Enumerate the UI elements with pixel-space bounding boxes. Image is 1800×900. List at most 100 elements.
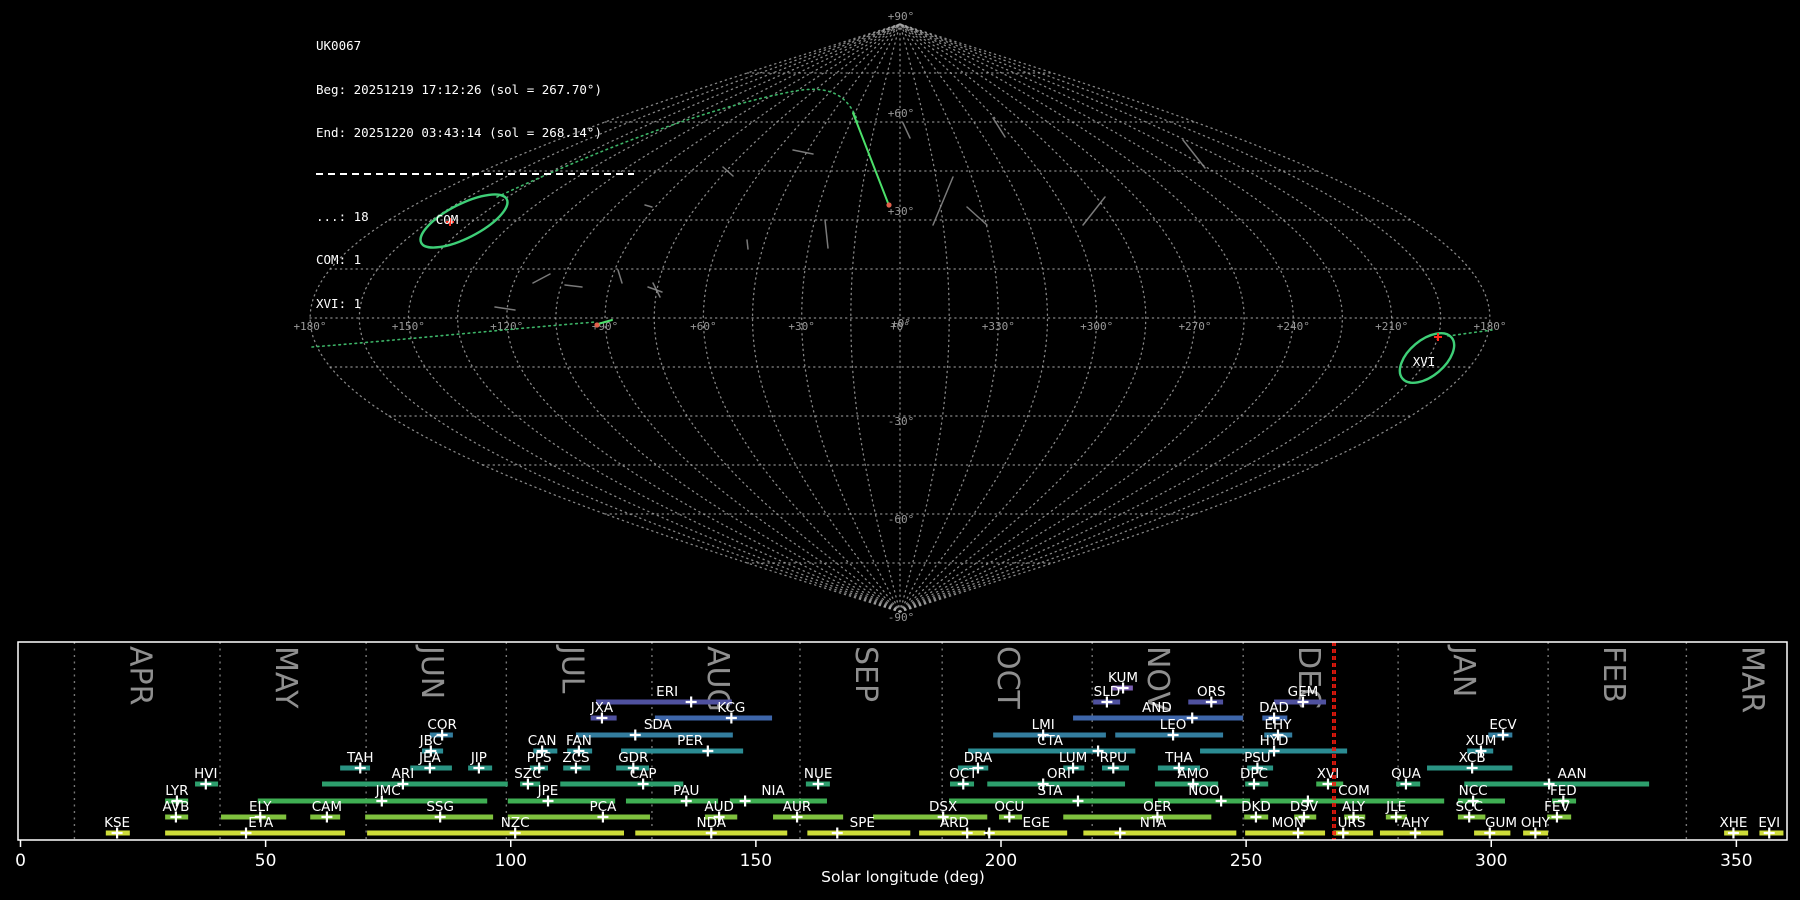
peak-marker-SPE xyxy=(831,827,843,839)
peak-marker-ERI xyxy=(685,696,697,708)
faint-meteor-track xyxy=(992,117,1006,138)
shower-bar-ETA xyxy=(165,830,346,836)
shower-label-CTA: CTA xyxy=(1037,733,1064,749)
grid-meridian xyxy=(899,23,1245,613)
shower-label-ETA: ETA xyxy=(248,815,274,831)
shower-bar-ORS xyxy=(1188,699,1224,705)
map-lat-label: +30° xyxy=(888,205,915,218)
count-xvi: XVI: 1 xyxy=(316,295,362,311)
shower-label-NTA: NTA xyxy=(1140,815,1167,831)
shower-label-SPE: SPE xyxy=(850,815,875,831)
shower-label-PER: PER xyxy=(677,733,703,749)
shower-label-NIA: NIA xyxy=(761,783,785,799)
shower-bar-KCG xyxy=(654,715,773,721)
shower-bar-NOO xyxy=(1157,798,1251,804)
shower-label-STA: STA xyxy=(1038,783,1064,799)
map-lon-label: +60° xyxy=(690,320,717,333)
shower-bar-OER xyxy=(1063,814,1212,820)
peak-marker-AND xyxy=(1186,712,1198,724)
map-lat-label: +90° xyxy=(888,10,915,23)
shower-label-URS: URS xyxy=(1338,815,1366,831)
map-lon-label: +330° xyxy=(982,320,1015,333)
x-tick-label-250: 250 xyxy=(1230,851,1262,871)
faint-meteor-track xyxy=(1182,139,1206,169)
month-label-JUL: JUL xyxy=(554,644,589,694)
faint-meteor-track xyxy=(932,176,954,226)
month-label-FEB: FEB xyxy=(1596,646,1631,703)
map-lat-label: -60° xyxy=(888,513,915,526)
faint-meteor-track xyxy=(644,204,653,208)
shower-bar-NZC xyxy=(367,830,624,836)
month-label-JAN: JAN xyxy=(1446,644,1481,697)
count-unclassified: ...: 18 xyxy=(316,208,369,224)
shower-bar-EGE xyxy=(987,830,1068,836)
shower-bar-DSX xyxy=(873,814,988,820)
bright-meteor-track xyxy=(852,112,889,204)
shower-bar-MON xyxy=(1245,830,1326,836)
x-tick-label-150: 150 xyxy=(740,851,772,871)
shower-label-EGE: EGE xyxy=(1023,815,1051,831)
shower-bar-CAP xyxy=(560,781,684,787)
map-lon-label: +240° xyxy=(1277,320,1310,333)
meteor-analysis-screen: { "header": { "station": "UK0067", "beg_… xyxy=(0,0,1800,900)
shower-bar-AUR xyxy=(773,814,844,820)
faint-meteor-track xyxy=(746,239,749,250)
month-label-MAR: MAR xyxy=(1734,646,1769,713)
meteor-path-dotted xyxy=(311,321,597,348)
shower-label-ERI: ERI xyxy=(656,684,678,700)
map-lat-label: -30° xyxy=(888,415,915,428)
meteor-path-dotted xyxy=(1447,329,1493,337)
shower-label-JMC: JMC xyxy=(375,783,401,799)
shower-bar-SPE xyxy=(807,830,911,836)
end-time-line: End: 20251220 03:43:14 (sol = 268.14°) xyxy=(316,125,602,140)
count-com: COM: 1 xyxy=(316,252,362,267)
shower-label-AND: AND xyxy=(1142,700,1172,716)
month-label-MAY: MAY xyxy=(268,646,303,709)
x-tick-label-350: 350 xyxy=(1720,851,1752,871)
header-separator xyxy=(316,172,634,175)
peak-marker-SDA xyxy=(629,729,641,741)
faint-meteor-track xyxy=(792,149,814,155)
map-lon-label: +300° xyxy=(1080,320,1113,333)
shower-bar-NTA xyxy=(1083,830,1237,836)
map-lat-label: +0° xyxy=(891,317,911,330)
faint-meteor-track xyxy=(824,219,829,249)
meteor-end-dot xyxy=(886,202,892,208)
session-info-block: UK0067 Beg: 20251219 17:12:26 (sol = 267… xyxy=(316,10,634,326)
faint-meteor-track xyxy=(722,166,734,177)
peak-marker-EGE xyxy=(983,827,995,839)
month-label-JUN: JUN xyxy=(414,644,449,699)
peak-marker-PER xyxy=(702,745,714,757)
x-tick-label-50: 50 xyxy=(255,851,277,871)
shower-label-NOO: NOO xyxy=(1188,783,1219,799)
faint-meteor-track xyxy=(652,282,661,298)
x-tick-label-100: 100 xyxy=(495,851,527,871)
peak-marker-STA xyxy=(1072,795,1084,807)
map-lon-label: +180° xyxy=(1473,320,1506,333)
faint-meteor-track xyxy=(902,122,911,139)
map-lon-label: +30° xyxy=(788,320,815,333)
map-lon-label: +270° xyxy=(1178,320,1211,333)
shower-label-COM: COM xyxy=(1338,783,1370,799)
x-tick-label-0: 0 xyxy=(15,851,26,871)
shower-bar-SDA xyxy=(575,732,733,738)
shower-bar-ERI xyxy=(596,699,732,705)
shower-bar-ARD xyxy=(919,830,986,836)
shower-bar-ARI xyxy=(322,781,508,787)
shower-bar-STA xyxy=(949,798,1153,804)
month-label-OCT: OCT xyxy=(990,646,1025,710)
shower-label-ARD: ARD xyxy=(940,815,969,831)
x-tick-label-200: 200 xyxy=(985,851,1017,871)
map-lat-label: -90° xyxy=(888,611,915,624)
shower-label-AAN: AAN xyxy=(1558,766,1587,782)
radiant-label-XVI: XVI xyxy=(1413,354,1436,369)
station-id: UK0067 xyxy=(316,38,362,53)
peak-marker-NIA xyxy=(739,795,751,807)
faint-meteor-track xyxy=(1082,196,1106,226)
begin-time-line: Beg: 20251219 17:12:26 (sol = 267.70°) xyxy=(316,81,602,97)
month-label-SEP: SEP xyxy=(848,646,883,702)
shower-bar-SSG xyxy=(365,814,494,820)
map-lon-label: +210° xyxy=(1375,320,1408,333)
map-lat-label: +60° xyxy=(888,107,915,120)
month-label-APR: APR xyxy=(122,646,157,705)
